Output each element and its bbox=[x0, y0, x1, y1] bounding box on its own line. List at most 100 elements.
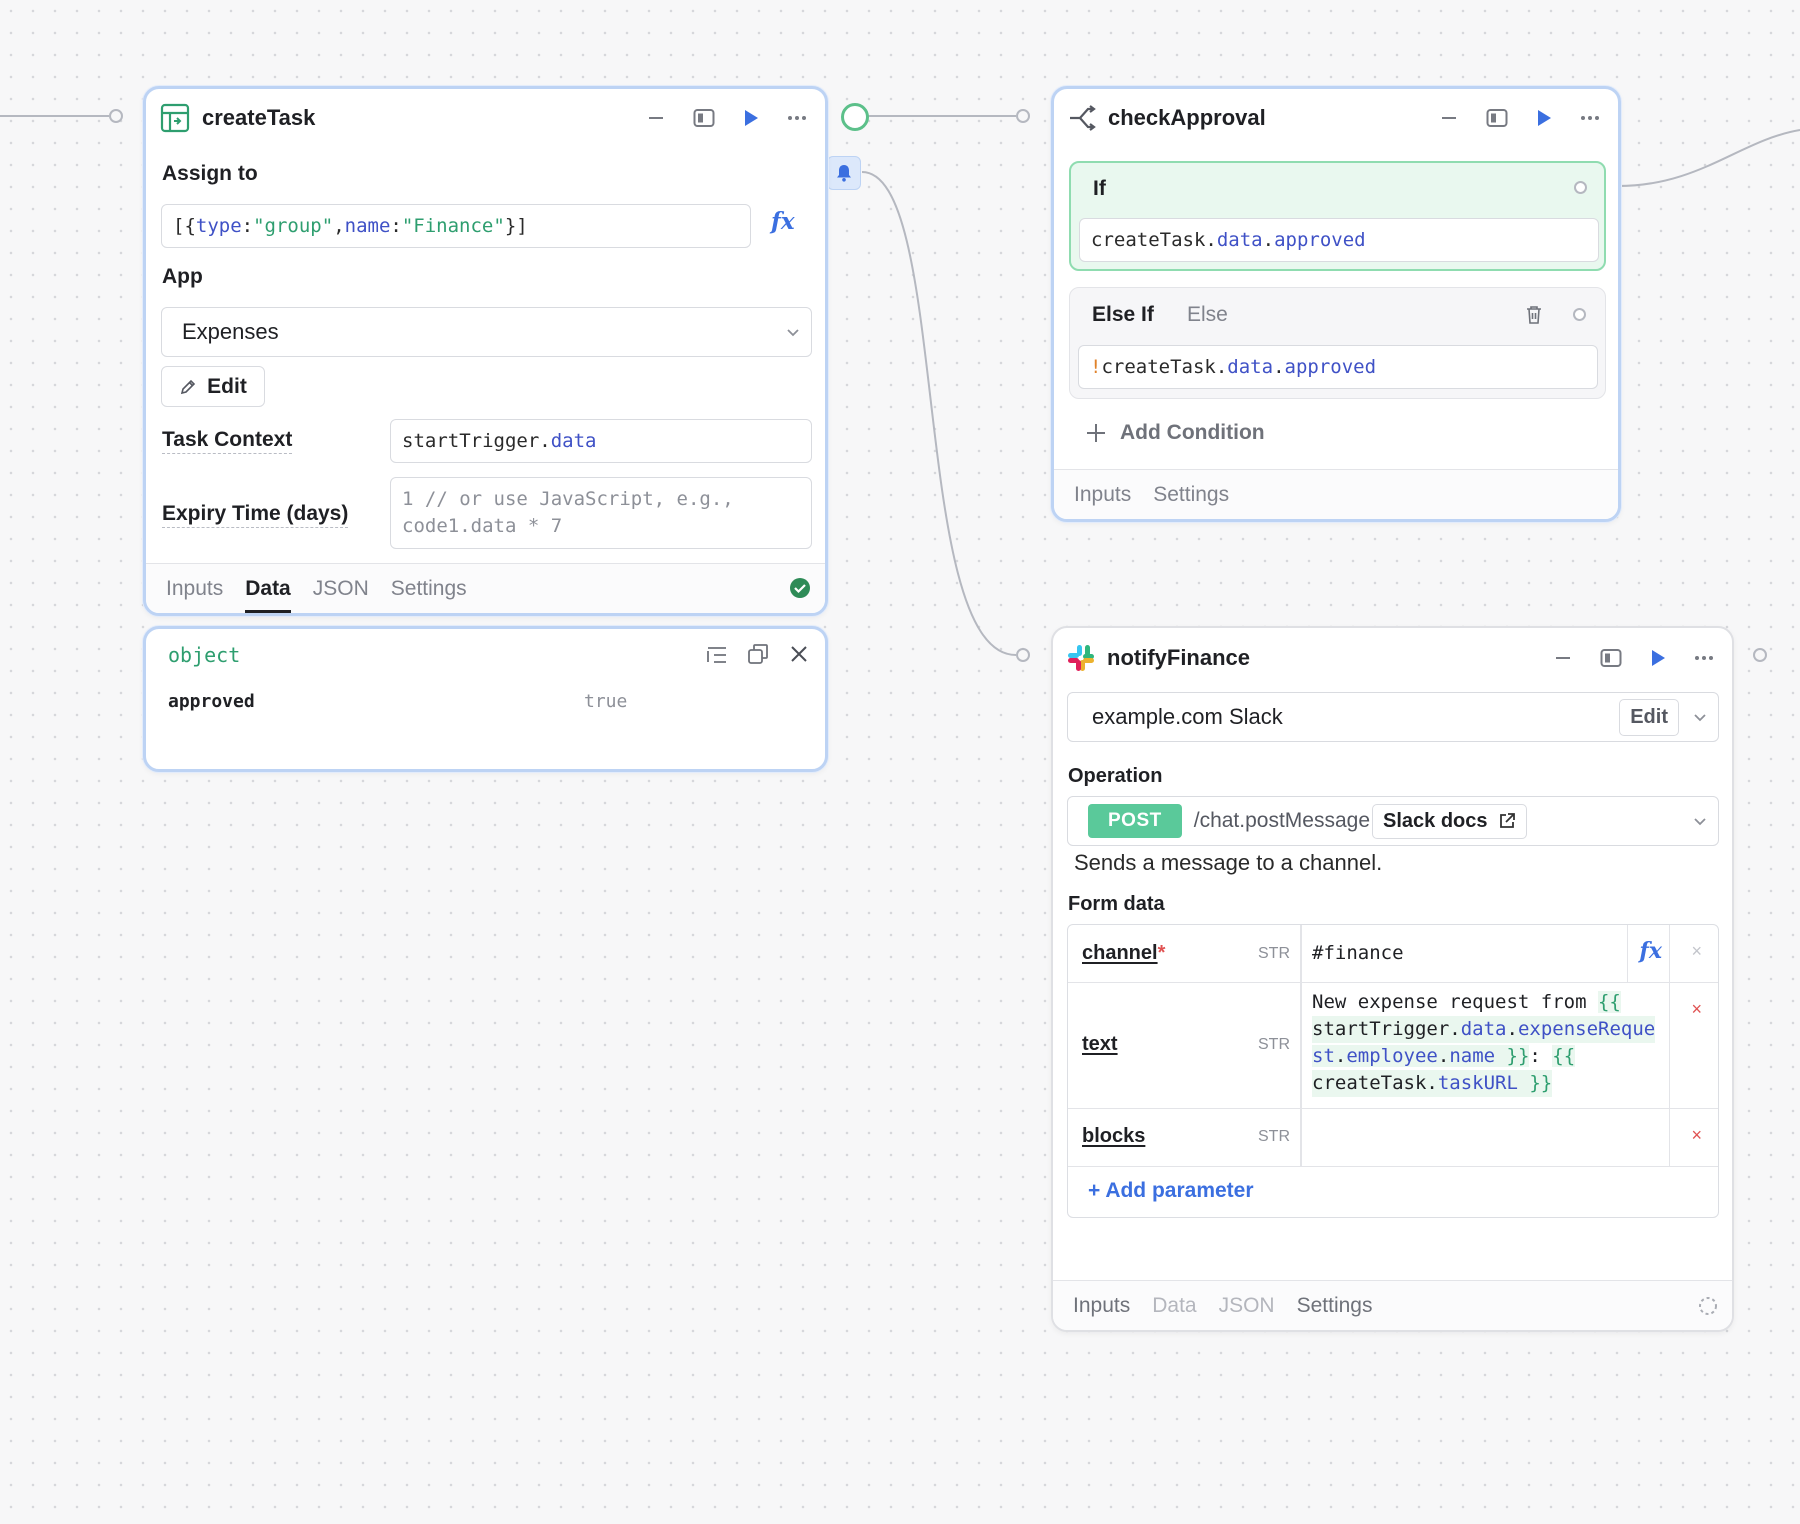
if-condition[interactable]: If createTask. data. approved bbox=[1069, 161, 1606, 271]
external-link-icon bbox=[1499, 813, 1515, 828]
remove-param-button[interactable]: × bbox=[1691, 1125, 1702, 1146]
more-options-icon[interactable] bbox=[1580, 115, 1600, 121]
input-port-notifyfinance[interactable] bbox=[1016, 648, 1030, 662]
else-tab[interactable]: Else bbox=[1187, 303, 1228, 327]
else-if-tab[interactable]: Else If bbox=[1092, 303, 1154, 327]
elseif-output-port[interactable] bbox=[1573, 308, 1586, 321]
tab-settings[interactable]: Settings bbox=[1297, 1294, 1373, 1318]
param-row-channel: channel* STR #finance fx × bbox=[1068, 925, 1718, 983]
notifyfinance-block[interactable]: notifyFinance example.com Slack Edit Ope… bbox=[1051, 626, 1734, 1332]
input-port-createtask[interactable] bbox=[109, 109, 123, 123]
notifyfinance-tabs: Inputs Data JSON Settings bbox=[1053, 1280, 1732, 1330]
edit-app-button[interactable]: Edit bbox=[161, 366, 265, 407]
resource-edit-button[interactable]: Edit bbox=[1619, 698, 1679, 736]
chevron-down-icon bbox=[787, 329, 799, 337]
success-check-icon bbox=[790, 578, 810, 598]
trash-icon[interactable] bbox=[1525, 305, 1543, 325]
param-value-input[interactable]: #finance bbox=[1312, 940, 1404, 967]
run-icon[interactable] bbox=[743, 109, 759, 127]
input-port-checkapproval[interactable] bbox=[1016, 109, 1030, 123]
tab-inputs[interactable]: Inputs bbox=[1073, 1294, 1130, 1318]
block-title[interactable]: notifyFinance bbox=[1107, 645, 1554, 671]
panel-toggle-icon[interactable] bbox=[1486, 108, 1508, 128]
tab-inputs[interactable]: Inputs bbox=[1074, 483, 1131, 507]
panel-toggle-icon[interactable] bbox=[693, 108, 715, 128]
collapse-all-icon[interactable] bbox=[706, 645, 728, 665]
if-label: If bbox=[1093, 177, 1106, 200]
createtask-header[interactable]: createTask bbox=[146, 89, 825, 147]
user-task-icon bbox=[160, 103, 190, 133]
minimize-icon[interactable] bbox=[647, 109, 665, 127]
if-expression-input[interactable]: createTask. data. approved bbox=[1079, 218, 1599, 262]
resource-select[interactable]: example.com Slack Edit bbox=[1067, 692, 1719, 742]
tab-settings[interactable]: Settings bbox=[391, 577, 467, 601]
tab-data[interactable]: Data bbox=[1152, 1294, 1196, 1318]
createtask-block[interactable]: createTask Assign to [{ type: "group", n… bbox=[143, 86, 828, 616]
data-type-label: object bbox=[168, 643, 241, 667]
event-handler-badge[interactable] bbox=[827, 156, 861, 190]
run-icon[interactable] bbox=[1650, 649, 1666, 667]
task-context-input[interactable]: startTrigger. data bbox=[390, 419, 812, 463]
block-title[interactable]: checkApproval bbox=[1108, 105, 1440, 131]
run-icon[interactable] bbox=[1536, 109, 1552, 127]
param-type: STR bbox=[1258, 1128, 1290, 1145]
form-data-label: Form data bbox=[1068, 893, 1165, 915]
output-port-notifyfinance[interactable] bbox=[1753, 648, 1767, 662]
data-key: approved bbox=[168, 691, 255, 712]
method-badge: POST bbox=[1088, 804, 1182, 838]
assign-to-label: Assign to bbox=[162, 162, 258, 185]
expiry-time-input[interactable]: 1 // or use JavaScript, e.g., code1.data… bbox=[390, 477, 812, 549]
slack-docs-link[interactable]: Slack docs bbox=[1372, 803, 1527, 839]
param-name: blocks bbox=[1082, 1125, 1146, 1147]
assign-to-input[interactable]: [{ type: "group", name: "Finance" }] bbox=[161, 204, 751, 248]
checkapproval-header[interactable]: checkApproval bbox=[1054, 89, 1618, 147]
remove-param-button[interactable]: × bbox=[1691, 941, 1702, 962]
chevron-down-icon bbox=[1694, 818, 1706, 826]
fx-toggle-button[interactable]: fx bbox=[1639, 938, 1662, 964]
output-data-panel[interactable]: object approved true bbox=[143, 626, 828, 772]
tab-data[interactable]: Data bbox=[245, 577, 291, 613]
tab-json[interactable]: JSON bbox=[1219, 1294, 1275, 1318]
checkapproval-tabs: Inputs Settings bbox=[1054, 469, 1618, 519]
checkapproval-block[interactable]: checkApproval If createTask. data. approve… bbox=[1051, 86, 1621, 522]
param-row-text: text STR New expense request from {{ sta… bbox=[1068, 983, 1718, 1109]
param-name: channel* bbox=[1082, 942, 1166, 964]
notifyfinance-header[interactable]: notifyFinance bbox=[1053, 628, 1732, 688]
minimize-icon[interactable] bbox=[1554, 649, 1572, 667]
app-label: App bbox=[162, 265, 203, 288]
block-title[interactable]: createTask bbox=[202, 105, 647, 131]
remove-param-button[interactable]: × bbox=[1691, 999, 1702, 1020]
slack-icon bbox=[1068, 645, 1094, 671]
operation-description: Sends a message to a channel. bbox=[1074, 850, 1383, 875]
loading-spinner-icon bbox=[1699, 1297, 1717, 1315]
if-output-port[interactable] bbox=[1574, 181, 1587, 194]
minimize-icon[interactable] bbox=[1440, 109, 1458, 127]
close-icon[interactable] bbox=[790, 645, 808, 663]
app-select[interactable]: Expenses bbox=[161, 307, 812, 357]
add-parameter-button[interactable]: + Add parameter bbox=[1088, 1179, 1254, 1203]
add-condition-button[interactable]: Add Condition bbox=[1086, 421, 1265, 445]
elseif-expression-input[interactable]: ! createTask. data. approved bbox=[1078, 345, 1598, 389]
createtask-tabs: Inputs Data JSON Settings bbox=[146, 563, 825, 613]
output-port-createtask[interactable] bbox=[841, 103, 869, 131]
tab-settings[interactable]: Settings bbox=[1153, 483, 1229, 507]
more-options-icon[interactable] bbox=[1694, 655, 1714, 661]
operation-select[interactable]: POST /chat.postMessage Slack docs bbox=[1067, 796, 1719, 846]
chevron-down-icon[interactable] bbox=[1693, 712, 1707, 722]
tab-inputs[interactable]: Inputs bbox=[166, 577, 223, 601]
panel-toggle-icon[interactable] bbox=[1600, 648, 1622, 668]
data-value: true bbox=[584, 691, 628, 712]
form-data-table: channel* STR #finance fx × text STR New … bbox=[1067, 924, 1719, 1218]
bell-icon bbox=[837, 165, 851, 182]
endpoint-path: /chat.postMessage bbox=[1193, 809, 1370, 832]
param-row-blocks: blocks STR × bbox=[1068, 1109, 1718, 1167]
param-value-input[interactable]: New expense request from {{ startTrigger… bbox=[1312, 989, 1668, 1097]
tab-json[interactable]: JSON bbox=[313, 577, 369, 601]
resource-name: example.com Slack bbox=[1092, 704, 1283, 729]
more-options-icon[interactable] bbox=[787, 115, 807, 121]
fx-toggle-button[interactable]: fx bbox=[771, 208, 795, 235]
expiry-time-label: Expiry Time (days) bbox=[162, 502, 349, 528]
elseif-condition[interactable]: Else If Else ! createTask. data. approved bbox=[1069, 287, 1606, 399]
copy-icon[interactable] bbox=[747, 643, 769, 665]
plus-icon bbox=[1087, 424, 1105, 442]
